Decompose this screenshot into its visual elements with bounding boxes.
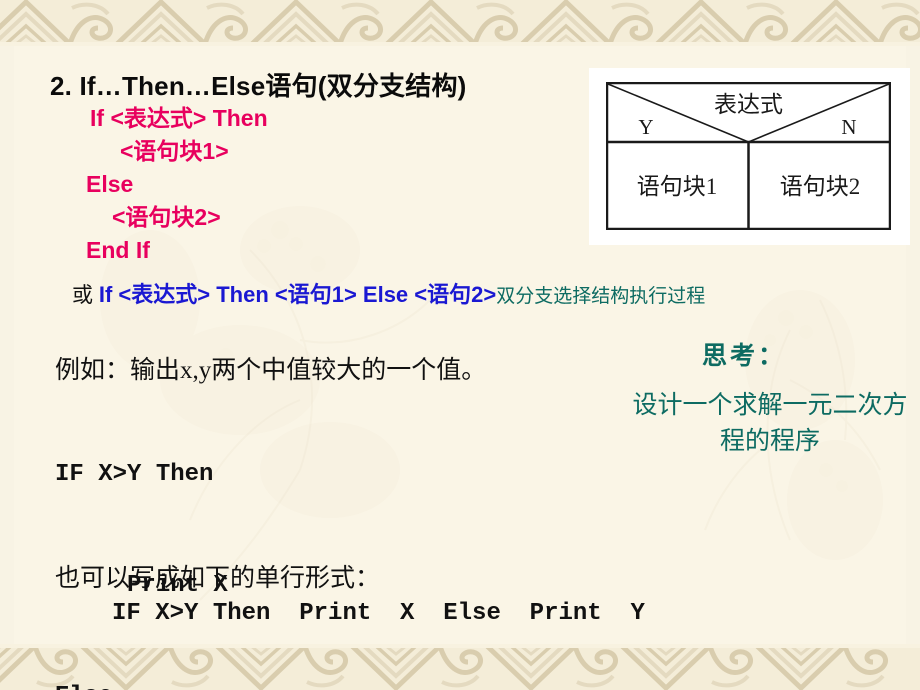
alternative-code: If <表达式> Then <语句1> Else <语句2> [98, 282, 497, 307]
flowchart-branch-true: 语句块1 [637, 174, 718, 199]
example-intro: 例如：输出x,y两个中值较大的一个值。 [55, 357, 487, 384]
syntax-line-block2: <语句块2> [112, 204, 221, 230]
flowchart-yes-label: Y [638, 115, 653, 139]
think-heading: 思考： [702, 343, 787, 370]
code-line: Else [55, 678, 228, 690]
flowchart-branch-false: 语句块2 [780, 174, 861, 199]
alternative-prefix: 或 [72, 284, 93, 307]
alternative-form-line: 或 If <表达式> Then <语句1> Else <语句2>双分支选择结构执… [72, 277, 705, 309]
flowchart-condition-text: 表达式 [714, 92, 783, 117]
slide-content: 2. If…Then…Else语句(双分支结构) If <表达式> Then <… [0, 0, 920, 690]
think-body: 设计一个求解一元二次方程的程序 [632, 392, 908, 455]
syntax-block: If <表达式> Then <语句块1> Else <语句块2> End If [86, 102, 268, 267]
single-line-code: IF X>Y Then Print X Else Print Y [112, 600, 645, 627]
ns-diagram-svg: 表达式 Y N 语句块1 语句块2 [606, 82, 891, 230]
syntax-line-endif: End If [86, 237, 150, 263]
flowchart-panel: 表达式 Y N 语句块1 语句块2 [589, 68, 910, 245]
example-code-block: IF X>Y Then Print X Else Print Y End If [55, 382, 228, 690]
syntax-line-else: Else [86, 171, 134, 197]
code-line: IF X>Y Then [55, 461, 214, 488]
slide-title: 2. If…Then…Else语句(双分支结构) [50, 71, 467, 101]
syntax-line-block1: <语句块1> [120, 138, 229, 164]
flowchart-caption: 双分支选择结构执行过程 [496, 286, 706, 307]
slide-canvas: 2. If…Then…Else语句(双分支结构) If <表达式> Then <… [0, 0, 920, 690]
flowchart-no-label: N [841, 115, 856, 139]
also-written-as-text: 也可以写成如下的单行形式： [55, 565, 381, 592]
syntax-line-if: If <表达式> Then [90, 105, 268, 131]
